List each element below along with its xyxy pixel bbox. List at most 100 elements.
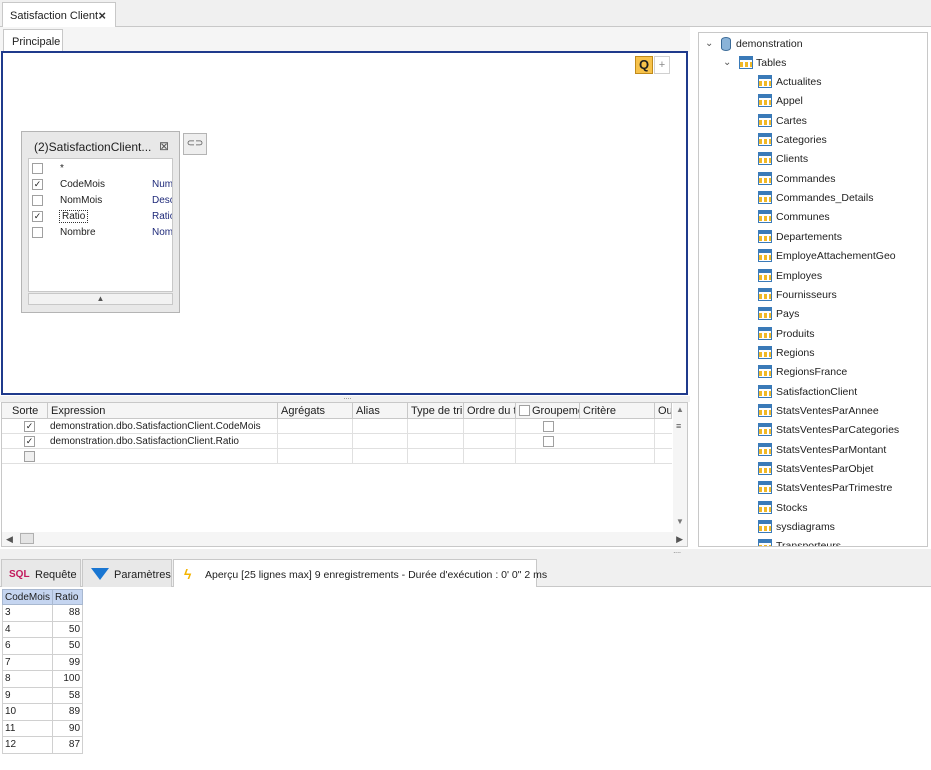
tab-requete[interactable]: SQL Requête [1, 559, 81, 587]
column-header-groupement[interactable]: Groupeme [516, 403, 580, 419]
results-row[interactable]: 3 88 [1, 604, 84, 622]
cell-codemois[interactable]: 6 [1, 637, 54, 655]
cell-codemois[interactable]: 4 [1, 620, 54, 638]
vertical-splitter[interactable] [690, 27, 697, 547]
sort-type-cell[interactable] [408, 449, 464, 464]
expression-cell[interactable]: demonstration.dbo.SatisfactionClient.Cod… [48, 419, 278, 434]
cell-codemois[interactable]: 3 [1, 604, 54, 622]
aggregate-cell[interactable] [278, 449, 353, 464]
grid-row[interactable]: ✓ demonstration.dbo.SatisfactionClient.R… [2, 434, 672, 449]
query-diagram-pane[interactable]: Q + (2)SatisfactionClient... ⊠ * ✓ CodeM… [1, 51, 688, 395]
cell-codemois[interactable]: 11 [1, 719, 54, 737]
document-tab-satisfaction-client[interactable]: Satisfaction Client × [2, 2, 116, 27]
field-checkbox[interactable] [32, 163, 43, 174]
results-row[interactable]: 7 99 [1, 653, 84, 671]
sort-type-cell[interactable] [408, 434, 464, 449]
cell-ratio[interactable]: 88 [52, 604, 84, 622]
column-header-codemois[interactable]: CodeMois [1, 589, 54, 605]
output-checkbox[interactable]: ✓ [24, 421, 35, 432]
cell-ratio[interactable]: 99 [52, 653, 84, 671]
group-all-checkbox[interactable] [519, 405, 530, 416]
group-checkbox[interactable] [543, 436, 554, 447]
field-checkbox[interactable] [32, 195, 43, 206]
aggregate-cell[interactable] [278, 419, 353, 434]
scroll-thumb[interactable] [20, 533, 34, 544]
cell-codemois[interactable]: 8 [1, 670, 54, 688]
column-header-critere[interactable]: Critère [580, 403, 655, 419]
grid-horizontal-scrollbar[interactable]: ◀ ▶ [2, 532, 687, 546]
cell-ratio[interactable]: 89 [52, 703, 84, 721]
cell-ratio[interactable]: 90 [52, 719, 84, 737]
field-row[interactable]: Nombre Nomb [29, 225, 172, 240]
field-checkbox[interactable]: ✓ [32, 211, 43, 222]
field-row[interactable]: NomMois Desc [29, 193, 172, 208]
scroll-left-icon[interactable]: ◀ [6, 534, 13, 545]
cell-codemois[interactable]: 7 [1, 653, 54, 671]
scroll-right-icon[interactable]: ▶ [676, 534, 683, 545]
diagram-table-satisfactionclient[interactable]: (2)SatisfactionClient... ⊠ * ✓ CodeMois … [21, 131, 180, 313]
scroll-down-icon[interactable]: ▼ [676, 517, 684, 526]
chevron-down-icon[interactable]: ⌄ [723, 57, 731, 68]
results-row[interactable]: 8 100 [1, 670, 84, 688]
collapse-arrow-icon[interactable]: ▲ [28, 293, 173, 305]
column-header-alias[interactable]: Alias [353, 403, 408, 419]
field-checkbox[interactable] [32, 227, 43, 238]
sort-order-cell[interactable] [464, 419, 516, 434]
column-header-expression[interactable]: Expression [48, 403, 278, 419]
criteria-cell[interactable] [580, 434, 655, 449]
column-header-sorte[interactable]: Sorte [2, 403, 48, 419]
sort-order-cell[interactable] [464, 449, 516, 464]
close-icon[interactable]: × [98, 8, 106, 23]
expression-cell[interactable]: demonstration.dbo.SatisfactionClient.Rat… [48, 434, 278, 449]
field-row[interactable]: ✓ CodeMois Num [29, 177, 172, 192]
expression-cell[interactable] [48, 449, 278, 464]
results-row[interactable]: 6 50 [1, 637, 84, 655]
query-q-button[interactable]: Q [635, 56, 653, 74]
results-row[interactable]: 12 87 [1, 736, 84, 754]
add-table-button[interactable]: + [654, 56, 670, 74]
results-row[interactable]: 4 50 [1, 620, 84, 638]
results-row[interactable]: 9 58 [1, 686, 84, 704]
cell-ratio[interactable]: 58 [52, 686, 84, 704]
field-checkbox[interactable]: ✓ [32, 179, 43, 190]
close-table-icon[interactable]: ⊠ [159, 139, 169, 153]
bottom-splitter[interactable]: .... [0, 548, 931, 557]
alias-cell[interactable] [353, 434, 408, 449]
alias-cell[interactable] [353, 419, 408, 434]
group-checkbox[interactable] [543, 421, 554, 432]
grid-row[interactable]: ✓ demonstration.dbo.SatisfactionClient.C… [2, 419, 672, 434]
chevron-down-icon[interactable]: ⌄ [705, 38, 713, 49]
output-checkbox[interactable] [24, 451, 35, 462]
aggregate-cell[interactable] [278, 434, 353, 449]
grid-vertical-scrollbar[interactable]: ▲ ≡ ▼ [673, 403, 687, 533]
criteria-cell[interactable] [580, 449, 655, 464]
field-row[interactable]: * [29, 161, 172, 176]
cell-codemois[interactable]: 10 [1, 703, 54, 721]
sort-order-cell[interactable] [464, 434, 516, 449]
column-header-ratio[interactable]: Ratio [52, 589, 84, 605]
column-header-agregats[interactable]: Agrégats [278, 403, 353, 419]
cell-codemois[interactable]: 12 [1, 736, 54, 754]
tab-parametres[interactable]: Paramètres [82, 559, 172, 587]
cell-ratio[interactable]: 50 [52, 620, 84, 638]
database-tree[interactable]: ⌄ demonstration ⌄ Tables Actualites Appel… [698, 32, 928, 547]
column-header-ou[interactable]: Ou [655, 403, 672, 419]
link-icon[interactable]: ⊂⊃ [183, 133, 207, 155]
scroll-menu-icon[interactable]: ≡ [676, 421, 681, 431]
results-row[interactable]: 11 90 [1, 719, 84, 737]
cell-ratio[interactable]: 87 [52, 736, 84, 754]
results-row[interactable]: 10 89 [1, 703, 84, 721]
cell-ratio[interactable]: 50 [52, 637, 84, 655]
grid-row[interactable] [2, 449, 672, 464]
field-row[interactable]: ✓ Ratio Ratio [29, 209, 172, 224]
alias-cell[interactable] [353, 449, 408, 464]
column-header-type-de-tri[interactable]: Type de tri [408, 403, 464, 419]
tab-apercu[interactable]: ϟ Aperçu [25 lignes max] 9 enregistremen… [173, 559, 547, 587]
cell-ratio[interactable]: 100 [52, 670, 84, 688]
cell-codemois[interactable]: 9 [1, 686, 54, 704]
scroll-up-icon[interactable]: ▲ [676, 405, 684, 414]
tab-principale[interactable]: Principale [3, 29, 63, 52]
output-checkbox[interactable]: ✓ [24, 436, 35, 447]
sort-type-cell[interactable] [408, 419, 464, 434]
column-header-ordre-du-tri[interactable]: Ordre du tri [464, 403, 516, 419]
